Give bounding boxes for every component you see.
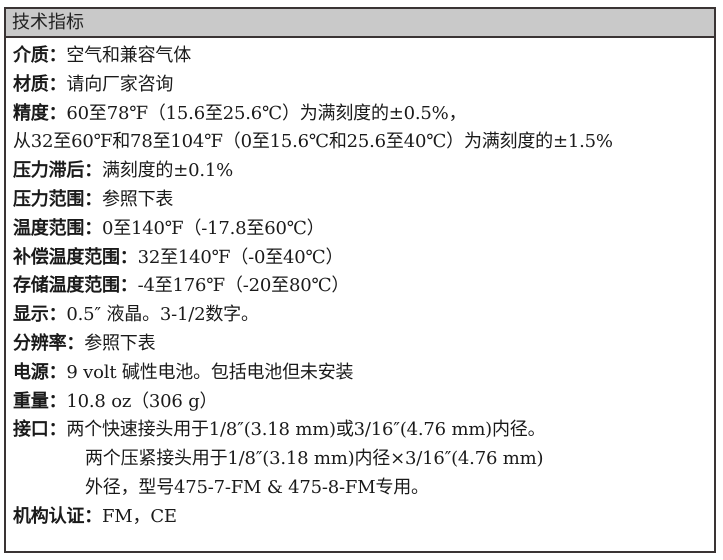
spec-material: 材质：请向厂家咨询	[13, 71, 714, 100]
spec-weight: 重量：10.8 oz（306 g）	[13, 388, 714, 417]
spec-display: 显示：0.5″ 液晶。3-1/2数字。	[13, 301, 714, 330]
spec-value: 从32至60℉和78至104℉（0至15.6℃和25.6至40℃）为满刻度的±1…	[13, 131, 613, 153]
spec-value: 60至78℉（15.6至25.6℃）为满刻度的±0.5%，	[66, 102, 467, 124]
spec-value: 满刻度的±0.1%	[102, 160, 234, 182]
spec-label: 分辨率：	[13, 332, 85, 354]
spec-value: 9 volt 碱性电池。包括电池但未安装	[66, 361, 354, 383]
spec-medium: 介质：空气和兼容气体	[13, 42, 714, 71]
spec-value: 空气和兼容气体	[66, 45, 192, 66]
spec-accuracy-continued: 从32至60℉和78至104℉（0至15.6℃和25.6至40℃）为满刻度的±1…	[13, 128, 714, 157]
spec-connections: 接口：两个快速接头用于1/8″(3.18 mm)或3/16″(4.76 mm)内…	[13, 416, 714, 445]
spec-value: 0至140℉（-17.8至60℃）	[102, 217, 325, 239]
spec-approvals: 机构认证：FM，CE	[13, 503, 714, 532]
spec-compensated-temperature: 补偿温度范围：32至140℉（-0至40℃）	[13, 244, 714, 273]
spec-label: 介质：	[13, 45, 67, 66]
spec-value: 请向厂家咨询	[66, 73, 174, 95]
spec-value: 参照下表	[102, 188, 174, 210]
spec-label: 压力滞后：	[13, 160, 102, 182]
spec-storage-temperature: 存储温度范围：-4至176℉（-20至80℃）	[13, 272, 714, 301]
spec-resolution: 分辨率：参照下表	[13, 330, 714, 359]
spec-value: FM，CE	[102, 505, 177, 527]
spec-temperature-range: 温度范围：0至140℉（-17.8至60℃）	[13, 215, 714, 244]
spec-accuracy: 精度：60至78℉（15.6至25.6℃）为满刻度的±0.5%，	[13, 100, 714, 129]
spec-value: 两个压紧接头用于1/8″(3.18 mm)内径×3/16″(4.76 mm)	[85, 448, 544, 470]
spec-value: 外径，型号475-7-FM & 475-8-FM专用。	[85, 476, 429, 498]
spec-connections-continued: 两个压紧接头用于1/8″(3.18 mm)内径×3/16″(4.76 mm)	[13, 445, 714, 474]
spec-label: 压力范围：	[13, 188, 102, 210]
spec-label: 电源：	[13, 361, 67, 383]
spec-value: 32至140℉（-0至40℃）	[137, 246, 344, 268]
spec-table-header: 技术指标	[6, 9, 714, 38]
spec-value: -4至176℉（-20至80℃）	[137, 275, 350, 297]
spec-value: 0.5″ 液晶。3-1/2数字。	[66, 304, 259, 326]
spec-power: 电源：9 volt 碱性电池。包括电池但未安装	[13, 359, 714, 388]
spec-label: 机构认证：	[13, 505, 102, 527]
spec-label: 温度范围：	[13, 217, 102, 239]
spec-value: 参照下表	[84, 332, 156, 354]
spec-list: 介质：空气和兼容气体 材质：请向厂家咨询 精度：60至78℉（15.6至25.6…	[6, 38, 714, 532]
spec-value: 两个快速接头用于1/8″(3.18 mm)或3/16″(4.76 mm)内径。	[66, 419, 546, 441]
spec-label: 精度：	[13, 102, 67, 124]
spec-label: 重量：	[13, 390, 67, 412]
spec-label: 存储温度范围：	[13, 275, 138, 297]
spec-pressure-range: 压力范围：参照下表	[13, 186, 714, 215]
spec-label: 显示：	[13, 304, 67, 326]
spec-table: 技术指标 介质：空气和兼容气体 材质：请向厂家咨询 精度：60至78℉（15.6…	[4, 7, 716, 553]
spec-label: 接口：	[13, 419, 67, 441]
spec-connections-continued: 外径，型号475-7-FM & 475-8-FM专用。	[13, 474, 714, 503]
spec-label: 补偿温度范围：	[13, 246, 138, 268]
spec-value: 10.8 oz（306 g）	[66, 390, 218, 412]
spec-label: 材质：	[13, 73, 67, 95]
spec-hysteresis: 压力滞后：满刻度的±0.1%	[13, 157, 714, 186]
